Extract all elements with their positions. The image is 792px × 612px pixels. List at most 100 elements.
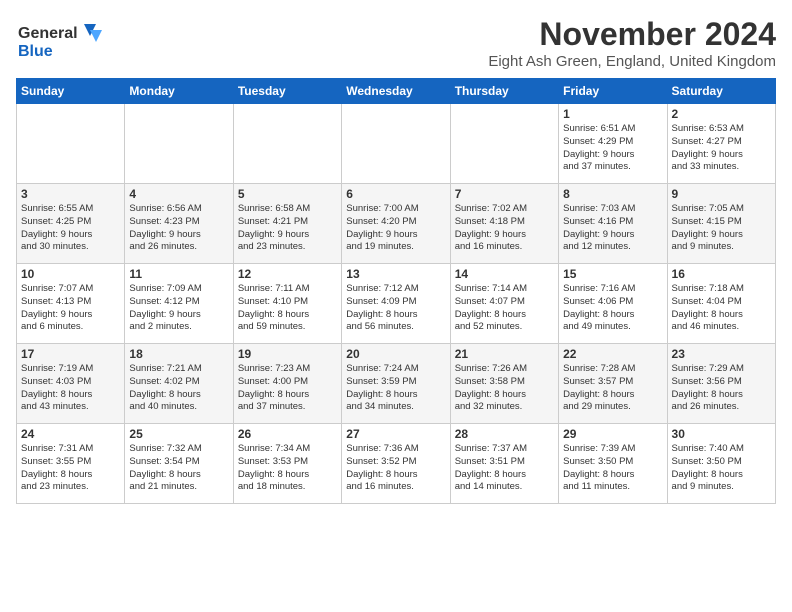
day-cell: 7Sunrise: 7:02 AM Sunset: 4:18 PM Daylig… — [450, 184, 558, 264]
day-number: 16 — [672, 267, 771, 281]
logo: General Blue — [16, 16, 106, 66]
cell-content: Sunrise: 6:55 AM Sunset: 4:25 PM Dayligh… — [21, 203, 120, 254]
cell-content: Sunrise: 7:23 AM Sunset: 4:00 PM Dayligh… — [238, 363, 337, 414]
day-number: 9 — [672, 187, 771, 201]
logo-svg: General Blue — [16, 16, 106, 66]
day-number: 21 — [455, 347, 554, 361]
day-cell: 1 Sunrise: 6:51 AM Sunset: 4:29 PM Daylig… — [559, 104, 667, 184]
day-cell — [17, 104, 125, 184]
day-number: 27 — [346, 427, 445, 441]
weekday-header-row: SundayMondayTuesdayWednesdayThursdayFrid… — [17, 79, 776, 104]
day-cell: 16Sunrise: 7:18 AM Sunset: 4:04 PM Dayli… — [667, 264, 775, 344]
day-cell: 17 Sunrise: 7:19 AM Sunset: 4:03 PM Dayli… — [17, 344, 125, 424]
day-number: 28 — [455, 427, 554, 441]
svg-text:Blue: Blue — [18, 43, 53, 60]
day-cell: 11 Sunrise: 7:09 AM Sunset: 4:12 PM Dayli… — [125, 264, 233, 344]
day-number: 18 — [129, 347, 228, 361]
day-cell: 5 Sunrise: 6:58 AM Sunset: 4:21 PM Daylig… — [233, 184, 341, 264]
location-title: Eight Ash Green, England, United Kingdom — [488, 53, 776, 70]
day-number: 22 — [563, 347, 662, 361]
cell-content: Sunrise: 7:21 AM Sunset: 4:02 PM Dayligh… — [129, 363, 228, 414]
day-number: 15 — [563, 267, 662, 281]
day-number: 6 — [346, 187, 445, 201]
title-area: November 2024 Eight Ash Green, England, … — [488, 16, 776, 70]
day-cell: 29 Sunrise: 7:39 AM Sunset: 3:50 PM Dayli… — [559, 424, 667, 504]
cell-content: Sunrise: 7:11 AM Sunset: 4:10 PM Dayligh… — [238, 283, 337, 334]
day-number: 26 — [238, 427, 337, 441]
day-cell: 14 Sunrise: 7:14 AM Sunset: 4:07 PM Dayli… — [450, 264, 558, 344]
day-number: 29 — [563, 427, 662, 441]
day-cell: 4 Sunrise: 6:56 AM Sunset: 4:23 PM Daylig… — [125, 184, 233, 264]
cell-content: Sunrise: 7:09 AM Sunset: 4:12 PM Dayligh… — [129, 283, 228, 334]
day-cell: 6 Sunrise: 7:00 AM Sunset: 4:20 PM Daylig… — [342, 184, 450, 264]
day-number: 1 — [563, 107, 662, 121]
day-number: 10 — [21, 267, 120, 281]
day-cell: 21 Sunrise: 7:26 AM Sunset: 3:58 PM Dayli… — [450, 344, 558, 424]
day-cell: 28 Sunrise: 7:37 AM Sunset: 3:51 PM Dayli… — [450, 424, 558, 504]
cell-content: Sunrise: 7:07 AM Sunset: 4:13 PM Dayligh… — [21, 283, 120, 334]
day-number: 13 — [346, 267, 445, 281]
day-number: 24 — [21, 427, 120, 441]
month-title: November 2024 — [488, 16, 776, 53]
cell-content: Sunrise: 7:19 AM Sunset: 4:03 PM Dayligh… — [21, 363, 120, 414]
day-number: 12 — [238, 267, 337, 281]
day-number: 17 — [21, 347, 120, 361]
day-cell: 13 Sunrise: 7:12 AM Sunset: 4:09 PM Dayli… — [342, 264, 450, 344]
day-cell: 8 Sunrise: 7:03 AM Sunset: 4:16 PM Daylig… — [559, 184, 667, 264]
day-number: 25 — [129, 427, 228, 441]
day-cell: 24 Sunrise: 7:31 AM Sunset: 3:55 PM Dayli… — [17, 424, 125, 504]
cell-content: Sunrise: 6:51 AM Sunset: 4:29 PM Dayligh… — [563, 123, 662, 174]
day-number: 19 — [238, 347, 337, 361]
cell-content: Sunrise: 7:12 AM Sunset: 4:09 PM Dayligh… — [346, 283, 445, 334]
day-cell: 3 Sunrise: 6:55 AM Sunset: 4:25 PM Daylig… — [17, 184, 125, 264]
weekday-header-sunday: Sunday — [17, 79, 125, 104]
weekday-header-tuesday: Tuesday — [233, 79, 341, 104]
cell-content: Sunrise: 7:34 AM Sunset: 3:53 PM Dayligh… — [238, 443, 337, 494]
day-number: 4 — [129, 187, 228, 201]
day-cell: 26 Sunrise: 7:34 AM Sunset: 3:53 PM Dayli… — [233, 424, 341, 504]
cell-content: Sunrise: 7:31 AM Sunset: 3:55 PM Dayligh… — [21, 443, 120, 494]
weekday-header-wednesday: Wednesday — [342, 79, 450, 104]
day-number: 23 — [672, 347, 771, 361]
cell-content: Sunrise: 7:03 AM Sunset: 4:16 PM Dayligh… — [563, 203, 662, 254]
weekday-header-friday: Friday — [559, 79, 667, 104]
day-number: 30 — [672, 427, 771, 441]
day-cell: 12 Sunrise: 7:11 AM Sunset: 4:10 PM Dayli… — [233, 264, 341, 344]
day-cell — [125, 104, 233, 184]
cell-content: Sunrise: 7:02 AM Sunset: 4:18 PM Dayligh… — [455, 203, 554, 254]
week-row-3: 10 Sunrise: 7:07 AM Sunset: 4:13 PM Dayli… — [17, 264, 776, 344]
svg-text:General: General — [18, 25, 78, 42]
day-cell: 22Sunrise: 7:28 AM Sunset: 3:57 PM Dayli… — [559, 344, 667, 424]
day-cell: 25Sunrise: 7:32 AM Sunset: 3:54 PM Dayli… — [125, 424, 233, 504]
cell-content: Sunrise: 6:56 AM Sunset: 4:23 PM Dayligh… — [129, 203, 228, 254]
cell-content: Sunrise: 7:37 AM Sunset: 3:51 PM Dayligh… — [455, 443, 554, 494]
weekday-header-thursday: Thursday — [450, 79, 558, 104]
day-cell — [450, 104, 558, 184]
cell-content: Sunrise: 7:26 AM Sunset: 3:58 PM Dayligh… — [455, 363, 554, 414]
day-cell — [233, 104, 341, 184]
cell-content: Sunrise: 7:39 AM Sunset: 3:50 PM Dayligh… — [563, 443, 662, 494]
day-cell: 20Sunrise: 7:24 AM Sunset: 3:59 PM Dayli… — [342, 344, 450, 424]
week-row-4: 17 Sunrise: 7:19 AM Sunset: 4:03 PM Dayli… — [17, 344, 776, 424]
day-cell: 27 Sunrise: 7:36 AM Sunset: 3:52 PM Dayli… — [342, 424, 450, 504]
day-number: 5 — [238, 187, 337, 201]
cell-content: Sunrise: 7:05 AM Sunset: 4:15 PM Dayligh… — [672, 203, 771, 254]
day-cell: 9 Sunrise: 7:05 AM Sunset: 4:15 PM Daylig… — [667, 184, 775, 264]
day-number: 8 — [563, 187, 662, 201]
cell-content: Sunrise: 7:16 AM Sunset: 4:06 PM Dayligh… — [563, 283, 662, 334]
cell-content: Sunrise: 6:53 AM Sunset: 4:27 PM Dayligh… — [672, 123, 771, 174]
day-number: 3 — [21, 187, 120, 201]
cell-content: Sunrise: 6:58 AM Sunset: 4:21 PM Dayligh… — [238, 203, 337, 254]
day-cell: 30 Sunrise: 7:40 AM Sunset: 3:50 PM Dayli… — [667, 424, 775, 504]
cell-content: Sunrise: 7:14 AM Sunset: 4:07 PM Dayligh… — [455, 283, 554, 334]
cell-content: Sunrise: 7:00 AM Sunset: 4:20 PM Dayligh… — [346, 203, 445, 254]
cell-content: Sunrise: 7:36 AM Sunset: 3:52 PM Dayligh… — [346, 443, 445, 494]
day-cell: 15 Sunrise: 7:16 AM Sunset: 4:06 PM Dayli… — [559, 264, 667, 344]
day-cell: 18 Sunrise: 7:21 AM Sunset: 4:02 PM Dayli… — [125, 344, 233, 424]
day-number: 14 — [455, 267, 554, 281]
calendar-table: SundayMondayTuesdayWednesdayThursdayFrid… — [16, 78, 776, 504]
day-number: 11 — [129, 267, 228, 281]
cell-content: Sunrise: 7:29 AM Sunset: 3:56 PM Dayligh… — [672, 363, 771, 414]
cell-content: Sunrise: 7:40 AM Sunset: 3:50 PM Dayligh… — [672, 443, 771, 494]
week-row-2: 3 Sunrise: 6:55 AM Sunset: 4:25 PM Daylig… — [17, 184, 776, 264]
